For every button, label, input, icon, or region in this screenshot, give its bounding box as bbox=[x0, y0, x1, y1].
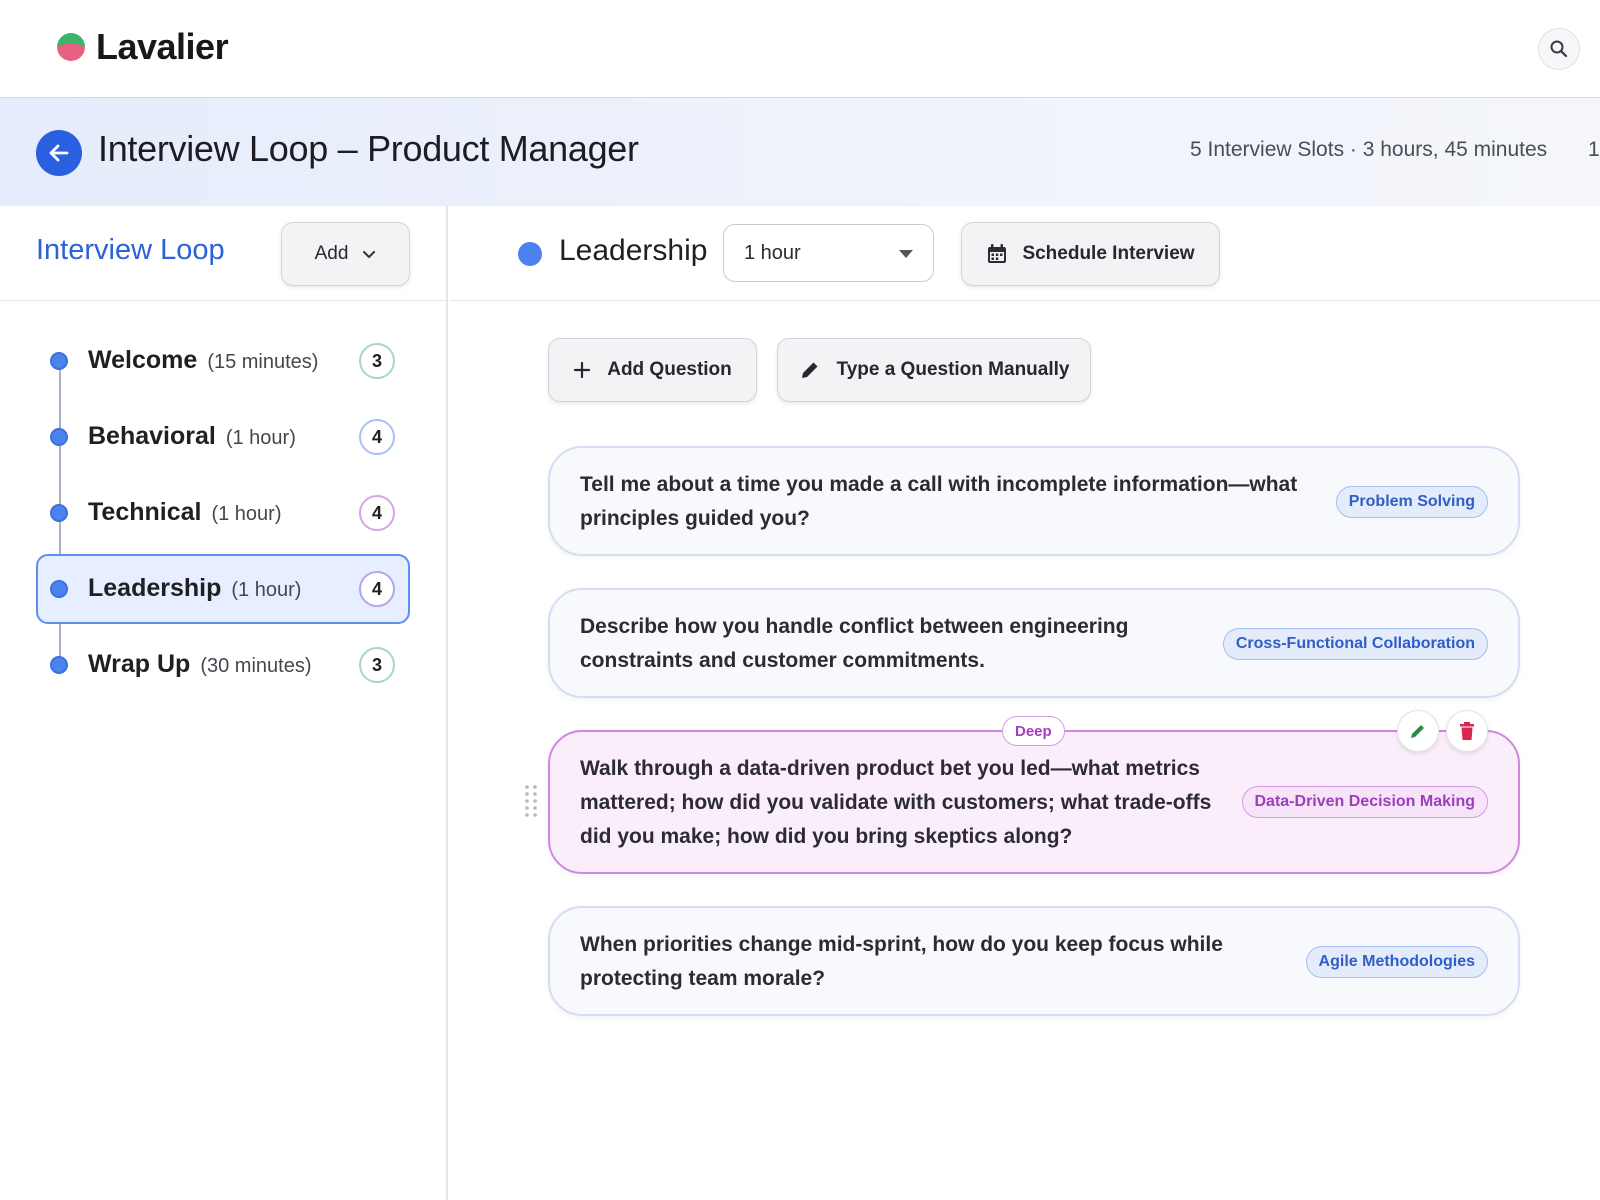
type-question-manually-label: Type a Question Manually bbox=[836, 359, 1070, 380]
question-count-badge: 3 bbox=[359, 343, 395, 379]
trash-icon bbox=[1460, 722, 1474, 740]
question-count-badge: 4 bbox=[359, 571, 395, 607]
sidebar-header: Interview Loop Add bbox=[0, 206, 446, 301]
question-text: Describe how you handle conflict between… bbox=[580, 615, 1129, 672]
stage-header: Leadership 1 hour Schedule Interview bbox=[450, 206, 1600, 301]
stage-dot bbox=[50, 428, 68, 446]
stage-name: Leadership bbox=[88, 574, 222, 602]
sidebar-item-wrap-up[interactable]: Wrap Up (30 minutes) 3 bbox=[36, 630, 410, 700]
pencil-icon bbox=[801, 361, 819, 378]
duration-select[interactable]: 1 hour bbox=[723, 224, 934, 282]
stage-duration: (30 minutes) bbox=[200, 655, 312, 677]
logo-mark-icon bbox=[57, 33, 85, 61]
calendar-icon bbox=[988, 244, 1007, 263]
question-card-selected[interactable]: Deep Walk through a data-driven product … bbox=[548, 710, 1520, 874]
stage-color-dot bbox=[518, 242, 542, 266]
question-count-badge: 3 bbox=[359, 647, 395, 683]
duration-value: 1 hour bbox=[744, 241, 801, 264]
brand-name: Lavalier bbox=[96, 26, 229, 67]
stage-name: Welcome bbox=[88, 346, 198, 374]
edit-icon bbox=[1411, 725, 1424, 738]
plus-icon bbox=[574, 361, 591, 379]
skill-tag[interactable]: Agile Methodologies bbox=[1305, 946, 1488, 978]
type-question-manually-button[interactable]: Type a Question Manually bbox=[777, 338, 1091, 402]
stage-duration: (1 hour) bbox=[231, 579, 302, 601]
delete-question-button[interactable] bbox=[1446, 710, 1488, 752]
page-header: Interview Loop – Product Manager 5 Inter… bbox=[0, 98, 1600, 206]
search-icon bbox=[1550, 40, 1568, 58]
sidebar-item-technical[interactable]: Technical (1 hour) 4 bbox=[36, 478, 410, 548]
caret-down-icon bbox=[899, 250, 913, 258]
add-button-label: Add bbox=[314, 243, 349, 264]
sidebar-title: Interview Loop bbox=[36, 234, 225, 266]
sidebar-item-leadership[interactable]: Leadership (1 hour) 4 bbox=[36, 554, 410, 624]
schedule-interview-button[interactable]: Schedule Interview bbox=[961, 222, 1220, 286]
page-title: Interview Loop – Product Manager bbox=[98, 128, 639, 169]
stage-name: Behavioral bbox=[88, 422, 216, 450]
brand-logo[interactable]: Lavalier bbox=[54, 26, 229, 68]
stage-dot bbox=[50, 352, 68, 370]
question-text: When priorities change mid-sprint, how d… bbox=[580, 933, 1223, 990]
sidebar-item-behavioral[interactable]: Behavioral (1 hour) 4 bbox=[36, 402, 410, 472]
add-question-label: Add Question bbox=[607, 359, 732, 380]
drag-handle-icon[interactable] bbox=[524, 784, 538, 820]
stage-dot bbox=[50, 504, 68, 522]
back-button[interactable] bbox=[36, 130, 82, 176]
question-count-badge: 4 bbox=[359, 495, 395, 531]
stage-name: Wrap Up bbox=[88, 650, 191, 678]
top-bar: Lavalier bbox=[0, 0, 1600, 98]
stage-duration: (1 hour) bbox=[225, 427, 296, 449]
skill-tag[interactable]: Data-Driven Decision Making bbox=[1241, 786, 1488, 818]
loop-summary-overflow: 1 bbox=[1588, 138, 1600, 161]
skill-tag[interactable]: Problem Solving bbox=[1335, 486, 1488, 518]
arrow-left-icon bbox=[49, 144, 69, 162]
sidebar-item-welcome[interactable]: Welcome (15 minutes) 3 bbox=[36, 326, 410, 396]
question-text: Tell me about a time you made a call wit… bbox=[580, 473, 1298, 530]
stage-duration: (1 hour) bbox=[211, 503, 282, 525]
skill-tag[interactable]: Cross-Functional Collaboration bbox=[1222, 628, 1488, 660]
question-text: Walk through a data-driven product bet y… bbox=[580, 757, 1212, 848]
search-button[interactable] bbox=[1538, 28, 1580, 70]
question-card[interactable]: Describe how you handle conflict between… bbox=[548, 588, 1520, 698]
chevron-down-icon bbox=[363, 251, 376, 258]
stage-name: Technical bbox=[88, 498, 202, 526]
loop-summary: 5 Interview Slots · 3 hours, 45 minutes bbox=[1190, 138, 1548, 161]
add-question-button[interactable]: Add Question bbox=[548, 338, 757, 402]
question-card[interactable]: Tell me about a time you made a call wit… bbox=[548, 446, 1520, 556]
depth-badge: Deep bbox=[1002, 716, 1065, 746]
stage-duration: (15 minutes) bbox=[207, 351, 319, 373]
question-card[interactable]: When priorities change mid-sprint, how d… bbox=[548, 906, 1520, 1016]
stage-dot bbox=[50, 656, 68, 674]
question-count-badge: 4 bbox=[359, 419, 395, 455]
edit-question-button[interactable] bbox=[1397, 710, 1439, 752]
stage-dot bbox=[50, 580, 68, 598]
schedule-interview-label: Schedule Interview bbox=[1022, 243, 1195, 264]
sidebar: Interview Loop Add Welcome (15 minutes) 3… bbox=[0, 206, 448, 1200]
add-dropdown-button[interactable]: Add bbox=[281, 222, 410, 286]
stage-title: Leadership bbox=[559, 234, 708, 267]
